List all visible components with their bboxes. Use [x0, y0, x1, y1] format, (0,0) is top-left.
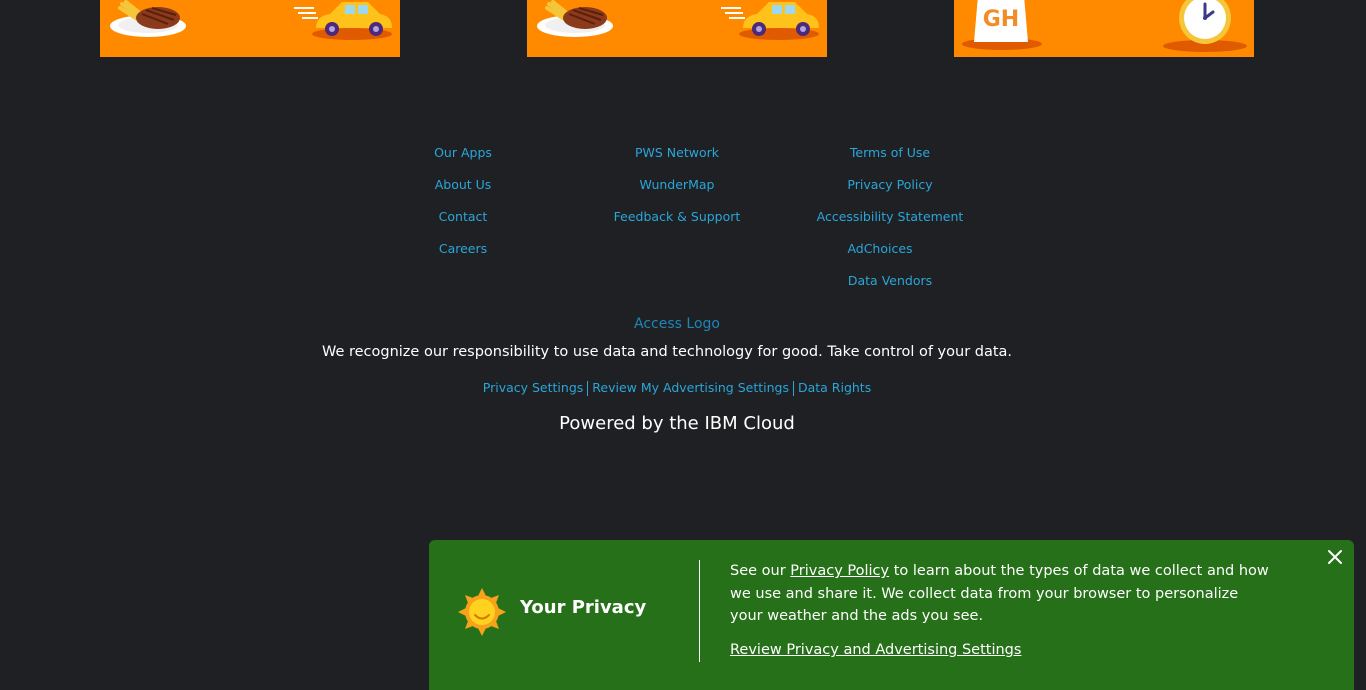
privacy-banner: Your Privacy See our Privacy Policy to l…: [429, 540, 1354, 690]
alarm-clock-icon: [1163, 0, 1247, 52]
promo-tile-1[interactable]: [100, 0, 400, 57]
privacy-settings-link[interactable]: Privacy Settings: [479, 380, 588, 395]
powered-by-ibm-cloud: Powered by the IBM Cloud: [559, 413, 795, 434]
privacy-links-row: Privacy Settings Review My Advertising Se…: [0, 380, 1354, 396]
steak-plate-icon: [537, 0, 613, 37]
privacy-banner-title: Your Privacy: [520, 597, 647, 618]
footer-column-apps: Our Apps About Us Contact Careers: [413, 145, 513, 273]
footer-link-feedback-support[interactable]: Feedback & Support: [596, 209, 758, 225]
footer-link-adchoices[interactable]: AdChoices: [780, 241, 980, 257]
banner-divider: [699, 560, 700, 662]
review-advertising-settings-link[interactable]: Review My Advertising Settings: [588, 380, 793, 395]
access-logo[interactable]: Access Logo: [0, 316, 1354, 332]
review-privacy-settings-link[interactable]: Review Privacy and Advertising Settings: [730, 642, 1021, 658]
footer-link-wundermap[interactable]: WunderMap: [596, 177, 758, 193]
data-responsibility-tagline: We recognize our responsibility to use d…: [321, 344, 1013, 360]
delivery-car-icon: [294, 2, 392, 40]
delivery-car-icon: [721, 2, 819, 40]
footer-link-terms-of-use[interactable]: Terms of Use: [800, 145, 980, 161]
footer-link-our-apps[interactable]: Our Apps: [413, 145, 513, 161]
footer-link-about-us[interactable]: About Us: [413, 177, 513, 193]
footer-link-privacy-policy[interactable]: Privacy Policy: [800, 177, 980, 193]
footer-link-pws-network[interactable]: PWS Network: [596, 145, 758, 161]
footer-link-contact[interactable]: Contact: [413, 209, 513, 225]
promo-tile-2[interactable]: [527, 0, 827, 57]
promo-tile-3[interactable]: GH: [954, 0, 1254, 57]
footer-link-careers[interactable]: Careers: [413, 241, 513, 257]
footer-column-legal: Terms of Use Privacy Policy Accessibilit…: [800, 145, 980, 305]
footer-link-accessibility-statement[interactable]: Accessibility Statement: [800, 209, 980, 225]
sun-icon: [458, 588, 506, 636]
svg-text:GH: GH: [983, 7, 1019, 32]
steak-plate-icon: [110, 0, 186, 37]
data-rights-link[interactable]: Data Rights: [794, 380, 875, 395]
footer-column-network: PWS Network WunderMap Feedback & Support: [596, 145, 758, 241]
footer-link-data-vendors[interactable]: Data Vendors: [800, 273, 980, 289]
grubhub-bag-icon: GH: [962, 0, 1042, 50]
privacy-text-before: See our: [730, 563, 791, 579]
privacy-banner-text: See our Privacy Policy to learn about th…: [730, 560, 1270, 628]
close-icon[interactable]: [1324, 546, 1346, 568]
privacy-policy-link[interactable]: Privacy Policy: [790, 563, 889, 579]
